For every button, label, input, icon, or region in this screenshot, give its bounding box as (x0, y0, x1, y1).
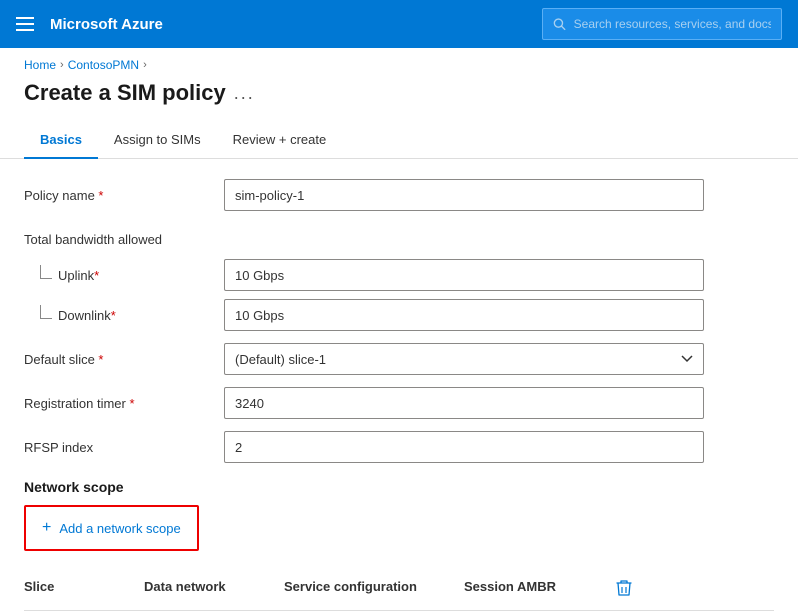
policy-name-label: Policy name * (24, 188, 224, 203)
policy-name-input[interactable] (224, 179, 704, 211)
downlink-label-col: Downlink * (24, 308, 224, 323)
tab-review-create[interactable]: Review + create (217, 122, 343, 159)
rfsp-index-row: RFSP index (24, 431, 774, 463)
col-slice-header: Slice (24, 579, 144, 602)
hamburger-icon[interactable] (16, 17, 34, 31)
navbar: Microsoft Azure (0, 0, 798, 48)
default-slice-label: Default slice * (24, 352, 224, 367)
policy-name-row: Policy name * (24, 179, 774, 211)
page-title: Create a SIM policy (24, 80, 226, 106)
breadcrumb-sep-1: › (60, 59, 64, 71)
col-service-config-header: Service configuration (284, 579, 464, 602)
tab-bar: Basics Assign to SIMs Review + create (0, 122, 798, 159)
table-header: Slice Data network Service configuration… (24, 571, 774, 611)
downlink-input[interactable] (224, 299, 704, 331)
form-content: Policy name * Total bandwidth allowed Up… (0, 179, 798, 611)
page-options-button[interactable]: ... (234, 83, 255, 104)
plus-icon: + (42, 519, 51, 537)
uplink-input[interactable] (224, 259, 704, 291)
search-box[interactable] (542, 8, 782, 40)
tab-assign-to-sims[interactable]: Assign to SIMs (98, 122, 217, 159)
bandwidth-label: Total bandwidth allowed (24, 232, 224, 247)
downlink-row: Downlink * (24, 299, 774, 331)
breadcrumb-parent[interactable]: ContosoPMN (68, 58, 139, 72)
default-slice-select[interactable]: (Default) slice-1 (224, 343, 704, 375)
page-header: Create a SIM policy ... (0, 76, 798, 122)
col-session-ambr-header: Session AMBR (464, 579, 604, 602)
registration-timer-row: Registration timer * (24, 387, 774, 419)
default-slice-row: Default slice * (Default) slice-1 (24, 343, 774, 375)
navbar-title: Microsoft Azure (50, 16, 526, 33)
search-input[interactable] (574, 17, 771, 31)
breadcrumb: Home › ContosoPMN › (0, 48, 798, 76)
col-delete-header (604, 579, 644, 602)
tab-basics[interactable]: Basics (24, 122, 98, 159)
col-data-network-header: Data network (144, 579, 284, 602)
registration-timer-label: Registration timer * (24, 396, 224, 411)
uplink-label-col: Uplink * (24, 268, 224, 283)
rfsp-index-label: RFSP index (24, 440, 224, 455)
rfsp-index-input[interactable] (224, 431, 704, 463)
uplink-tree (40, 265, 52, 279)
breadcrumb-sep-2: › (143, 59, 147, 71)
bandwidth-label-row: Total bandwidth allowed (24, 223, 774, 255)
downlink-tree (40, 305, 52, 319)
uplink-row: Uplink * (24, 259, 774, 291)
add-network-scope-label: Add a network scope (59, 521, 180, 536)
breadcrumb-home[interactable]: Home (24, 58, 56, 72)
registration-timer-input[interactable] (224, 387, 704, 419)
delete-icon (616, 579, 632, 602)
add-network-scope-button[interactable]: + Add a network scope (24, 505, 199, 551)
search-icon (553, 17, 566, 31)
network-scope-heading: Network scope (24, 479, 774, 495)
